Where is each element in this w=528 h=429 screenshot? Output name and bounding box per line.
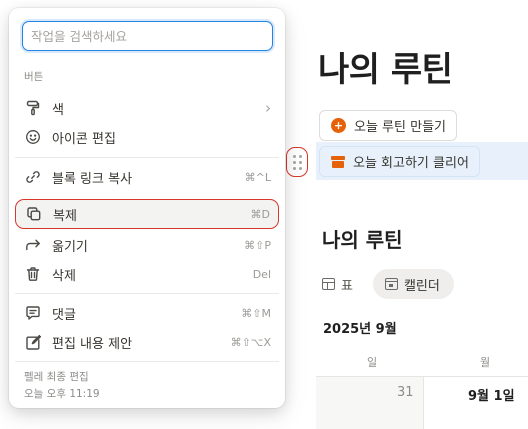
calendar-grid-line [316, 376, 528, 377]
section-label-button: 버튼 [24, 71, 44, 83]
create-routine-button[interactable]: + 오늘 루틴 만들기 [319, 110, 457, 141]
calendar-icon [384, 278, 398, 290]
link-icon [24, 168, 42, 186]
tab-table[interactable]: 표 [322, 269, 363, 299]
drag-handle-icon[interactable] [286, 147, 308, 177]
calendar-day-31: 31 [397, 385, 414, 400]
weekday-sunday: 일 [367, 356, 378, 369]
menu-item-comment[interactable]: 댓글 ⌘⇧M [15, 299, 279, 327]
menu-item-label: 복제 [53, 208, 77, 224]
calendar-month-label: 2025년 9월 [323, 322, 397, 337]
menu-divider [15, 361, 279, 362]
shortcut-label: ⌘⇧M [241, 306, 271, 320]
database-title[interactable]: 나의 루틴 [322, 224, 403, 253]
chevron-right-icon: › [265, 99, 271, 117]
menu-item-label: 댓글 [52, 307, 76, 323]
last-edited-time: 오늘 오후 11:19 [24, 388, 100, 400]
paint-roller-icon [24, 99, 42, 117]
trash-icon [24, 265, 42, 283]
table-icon [322, 278, 335, 290]
menu-item-label: 옮기기 [52, 239, 88, 255]
menu-item-copy-block-link[interactable]: 블록 링크 복사 ⌘^L [15, 163, 279, 191]
tab-calendar[interactable]: 캘린더 [372, 269, 454, 299]
weekday-monday: 월 [480, 356, 491, 369]
menu-item-label: 블록 링크 복사 [52, 171, 133, 187]
shortcut-label: ⌘⇧P [244, 238, 271, 252]
menu-divider [15, 157, 279, 158]
menu-item-label: 아이콘 편집 [52, 131, 116, 147]
calendar-day-sep-1: 9월 1일 [468, 389, 515, 404]
suggest-edit-icon [24, 333, 42, 351]
create-routine-label: 오늘 루틴 만들기 [354, 120, 446, 135]
tab-calendar-label: 캘린더 [403, 278, 440, 294]
search-input[interactable] [31, 28, 264, 44]
archive-box-icon [331, 155, 345, 168]
menu-item-label: 삭제 [52, 268, 76, 284]
plus-circle-icon: + [331, 118, 346, 133]
menu-item-duplicate[interactable]: 복제 ⌘D [15, 199, 279, 229]
menu-item-move[interactable]: 옮기기 ⌘⇧P [15, 231, 279, 259]
menu-item-edit-icon[interactable]: 아이콘 편집 [15, 123, 279, 151]
shortcut-label: ⌘^L [244, 170, 271, 184]
comment-icon [24, 304, 42, 322]
smiley-icon [24, 128, 42, 146]
menu-item-color[interactable]: 색 › [15, 94, 279, 122]
menu-item-suggest-edits[interactable]: 편집 내용 제안 ⌘⇧⌥X [15, 328, 279, 356]
search-box[interactable] [22, 21, 273, 51]
tab-table-label: 표 [341, 278, 353, 294]
calendar-column-divider [423, 376, 424, 429]
view-tabs: 표 캘린더 [322, 269, 454, 299]
shortcut-label: ⌘D [250, 207, 270, 221]
page-title: 나의 루틴 [318, 50, 453, 90]
duplicate-icon [25, 205, 43, 223]
menu-item-delete[interactable]: 삭제 Del [15, 260, 279, 288]
clear-reflection-label: 오늘 회고하기 클리어 [353, 156, 469, 171]
clear-reflection-button[interactable]: 오늘 회고하기 클리어 [319, 146, 480, 177]
arrow-turn-right-icon [24, 236, 42, 254]
menu-item-label: 색 [52, 102, 64, 118]
last-edited-by: 펠레 최종 편집 [24, 371, 89, 383]
shortcut-label: ⌘⇧⌥X [230, 335, 271, 349]
shortcut-label: Del [252, 267, 271, 281]
menu-divider [15, 293, 279, 294]
menu-item-label: 편집 내용 제안 [52, 336, 133, 352]
block-context-menu: 버튼 색 › 아이콘 편집 [9, 8, 285, 408]
